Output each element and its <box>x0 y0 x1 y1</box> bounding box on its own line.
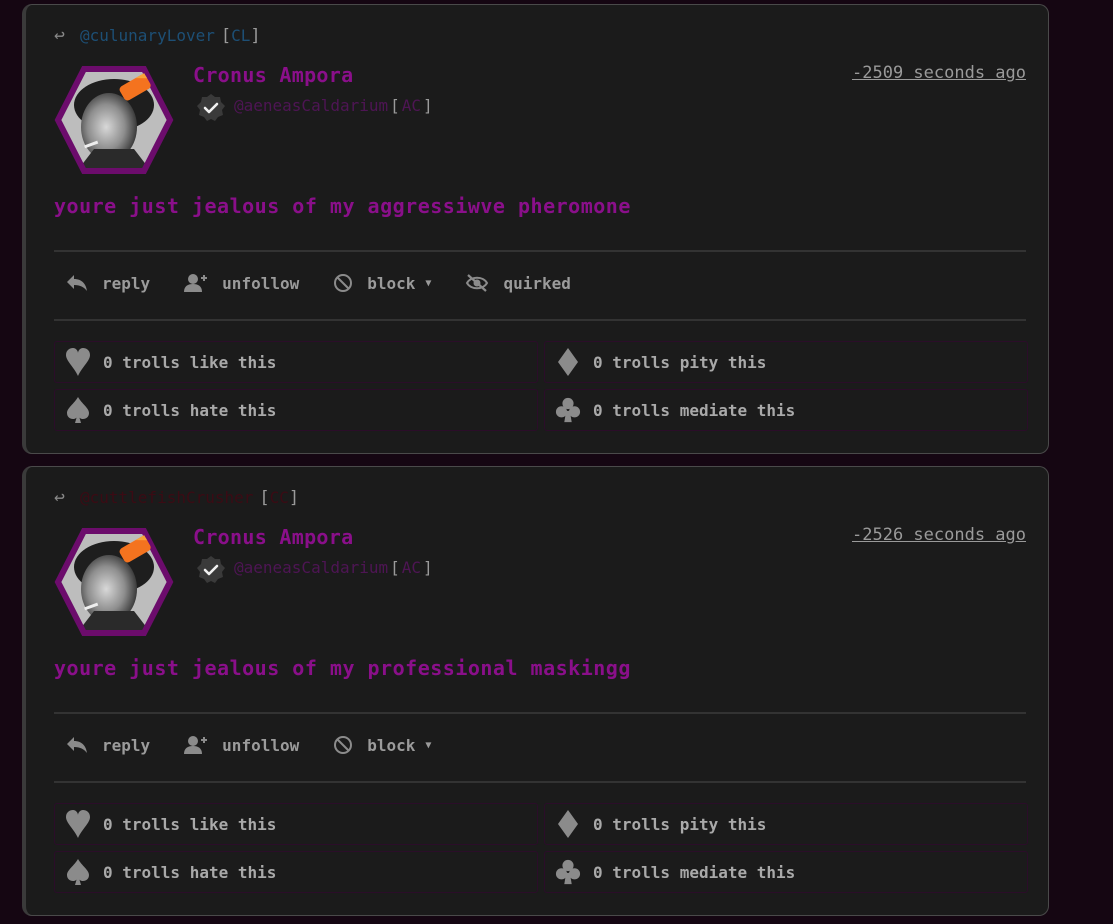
post-card: ↩ @culunaryLover [CL] Cronus Ampora @aen… <box>22 4 1049 454</box>
reply-to-line: ↩ @cuttlefishCrusher [CC] <box>54 487 299 508</box>
reply-arrow-icon: ↩ <box>54 25 65 46</box>
account-handle-line: @aeneasCaldarium [AC] <box>234 96 433 115</box>
unfollow-button[interactable]: unfollow <box>184 735 299 755</box>
reply-to-line: ↩ @culunaryLover [CL] <box>54 25 261 46</box>
divider <box>54 319 1026 321</box>
verified-check-icon <box>196 93 226 123</box>
reaction-like-label: 0 trolls like this <box>103 814 277 834</box>
account-handle[interactable]: @aeneasCaldarium <box>234 96 388 115</box>
bracket-open: [ <box>259 487 270 508</box>
diamond-icon <box>555 809 581 839</box>
action-bar: reply unfollow block ▼ <box>66 735 465 755</box>
reply-to-handle[interactable]: @culunaryLover <box>80 26 215 45</box>
reaction-like-label: 0 trolls like this <box>103 352 277 372</box>
bracket-close: ] <box>423 96 433 115</box>
reaction-hate-label: 0 trolls hate this <box>103 862 277 882</box>
bracket-close: ] <box>250 25 261 46</box>
post-body: youre just jealous of my aggressiwve phe… <box>54 194 631 218</box>
block-button[interactable]: block ▼ <box>333 735 431 755</box>
bracket-open: [ <box>220 25 232 46</box>
account-abbr: AC <box>401 558 422 577</box>
reply-icon <box>66 736 88 754</box>
reaction-pity[interactable]: 0 trolls pity this <box>544 803 1028 845</box>
account-handle[interactable]: @aeneasCaldarium <box>234 558 388 577</box>
account-abbr: AC <box>401 96 422 115</box>
block-icon <box>333 273 353 293</box>
club-icon <box>555 857 581 887</box>
divider <box>54 712 1026 714</box>
reaction-hate-label: 0 trolls hate this <box>103 400 277 420</box>
quirked-toggle[interactable]: quirked <box>465 273 571 293</box>
reaction-like[interactable]: 0 trolls like this <box>54 341 538 383</box>
heart-icon <box>65 347 91 377</box>
post-timestamp[interactable]: -2526 seconds ago <box>852 525 1026 545</box>
post-body: youre just jealous of my professional ma… <box>54 656 631 680</box>
reply-label: reply <box>102 273 151 293</box>
reaction-like[interactable]: 0 trolls like this <box>54 803 538 845</box>
reply-to-abbr: CL <box>231 25 251 45</box>
reaction-grid: 0 trolls like this 0 trolls pity this 0 … <box>54 803 1028 893</box>
reaction-mediate-label: 0 trolls mediate this <box>593 400 796 420</box>
action-bar: reply unfollow block ▼ quirked <box>66 273 605 293</box>
account-handle-line: @aeneasCaldarium [AC] <box>234 558 433 577</box>
unfollow-button[interactable]: unfollow <box>184 273 299 293</box>
reply-icon <box>66 274 88 292</box>
reply-arrow-icon: ↩ <box>54 487 65 508</box>
spade-icon <box>65 857 91 887</box>
unfollow-label: unfollow <box>222 735 300 755</box>
bracket-close: ] <box>288 487 300 508</box>
reaction-hate[interactable]: 0 trolls hate this <box>54 851 538 893</box>
block-label: block <box>367 735 416 755</box>
divider <box>54 250 1026 252</box>
verified-check-icon <box>196 555 226 585</box>
heart-icon <box>65 809 91 839</box>
post-timestamp[interactable]: -2509 seconds ago <box>852 63 1026 83</box>
bracket-open: [ <box>390 558 400 577</box>
reaction-pity-label: 0 trolls pity this <box>593 814 767 834</box>
author-name[interactable]: Cronus Ampora <box>193 525 353 549</box>
bracket-close: ] <box>423 558 433 577</box>
reply-button[interactable]: reply <box>66 736 150 755</box>
spade-icon <box>65 395 91 425</box>
post-card: ↩ @cuttlefishCrusher [CC] Cronus Ampora … <box>22 466 1049 916</box>
reaction-grid: 0 trolls like this 0 trolls pity this 0 … <box>54 341 1028 431</box>
reaction-hate[interactable]: 0 trolls hate this <box>54 389 538 431</box>
user-plus-icon <box>184 735 208 755</box>
diamond-icon <box>555 347 581 377</box>
reply-to-handle[interactable]: @cuttlefishCrusher <box>80 488 253 507</box>
reaction-mediate-label: 0 trolls mediate this <box>593 862 796 882</box>
avatar[interactable] <box>54 65 174 175</box>
reaction-pity-label: 0 trolls pity this <box>593 352 767 372</box>
club-icon <box>555 395 581 425</box>
block-label: block <box>367 273 416 293</box>
block-icon <box>333 735 353 755</box>
reply-to-abbr: CC <box>269 487 289 507</box>
unfollow-label: unfollow <box>222 273 300 293</box>
caret-down-icon: ▼ <box>425 739 432 751</box>
reply-label: reply <box>102 735 151 755</box>
bracket-open: [ <box>390 96 400 115</box>
reaction-mediate[interactable]: 0 trolls mediate this <box>544 851 1028 893</box>
user-plus-icon <box>184 273 208 293</box>
reaction-pity[interactable]: 0 trolls pity this <box>544 341 1028 383</box>
eye-slash-icon <box>465 273 489 293</box>
block-button[interactable]: block ▼ <box>333 273 431 293</box>
reaction-mediate[interactable]: 0 trolls mediate this <box>544 389 1028 431</box>
author-name[interactable]: Cronus Ampora <box>193 63 353 87</box>
avatar[interactable] <box>54 527 174 637</box>
quirked-label: quirked <box>503 273 571 293</box>
divider <box>54 781 1026 783</box>
reply-button[interactable]: reply <box>66 274 150 293</box>
caret-down-icon: ▼ <box>425 277 432 289</box>
